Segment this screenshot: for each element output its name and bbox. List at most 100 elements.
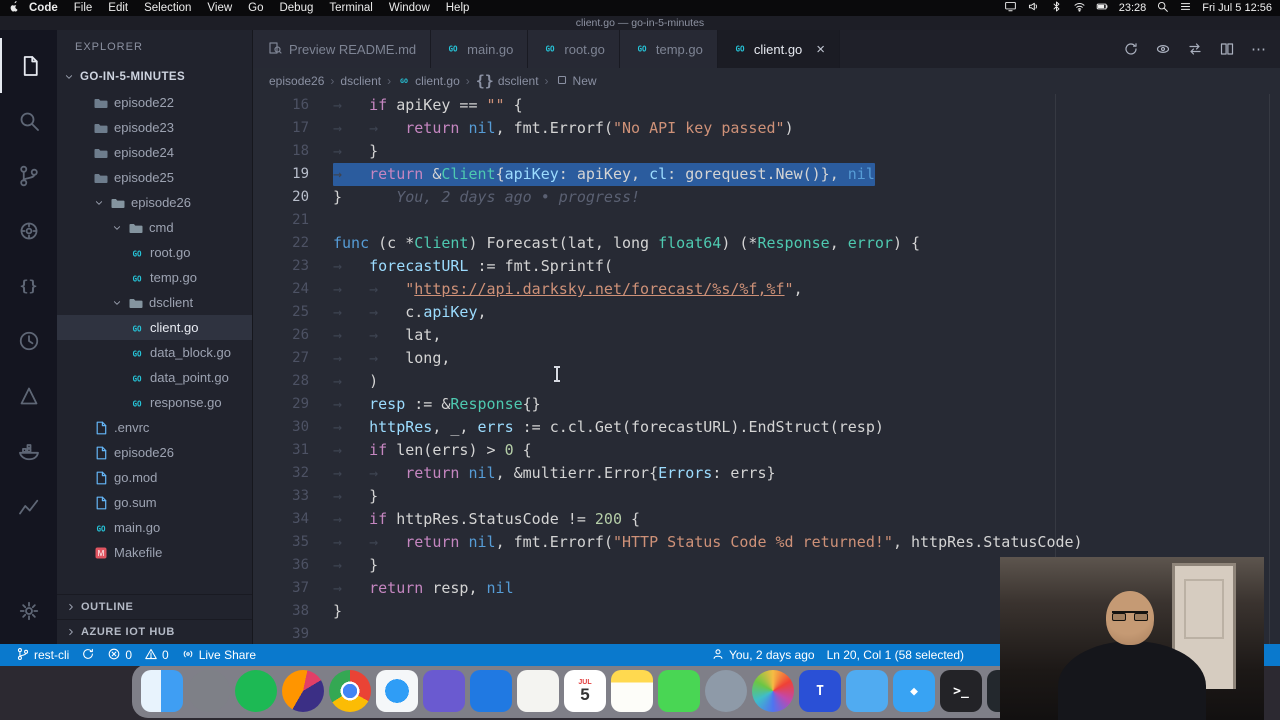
dock-terminal[interactable]: >_ xyxy=(940,670,982,712)
code-line-28[interactable]: 28 → ) xyxy=(253,370,1280,393)
tab-temp-go[interactable]: GO temp.go xyxy=(619,30,718,68)
menubar-23-28[interactable]: 23:28 xyxy=(1119,2,1147,14)
code-line-22[interactable]: 22 func (c *Client) Forecast(lat, long f… xyxy=(253,232,1280,255)
status-live-share[interactable]: Live Share xyxy=(175,647,262,664)
activity-search[interactable] xyxy=(0,93,57,148)
status-0[interactable]: 0 xyxy=(101,647,138,664)
editor-action-sync[interactable] xyxy=(1123,41,1139,57)
tab-main-go[interactable]: GO main.go xyxy=(431,30,529,68)
activity-stats[interactable] xyxy=(0,478,57,533)
activity-braces[interactable]: {} xyxy=(0,258,57,313)
activity-files[interactable] xyxy=(0,38,57,93)
tree-item-root-go[interactable]: GO root.go xyxy=(57,240,252,265)
status-0[interactable]: 0 xyxy=(138,647,175,664)
dock-notes[interactable] xyxy=(611,670,653,712)
tree-item-response-go[interactable]: GO response.go xyxy=(57,390,252,415)
dock-photos[interactable] xyxy=(752,670,794,712)
activity-settings-gear[interactable] xyxy=(0,583,57,638)
tree-item-go-mod[interactable]: go.mod xyxy=(57,465,252,490)
code-line-27[interactable]: 27 → → long, xyxy=(253,347,1280,370)
menubar-display[interactable] xyxy=(1004,0,1017,16)
dock-messages[interactable] xyxy=(658,670,700,712)
tree-item-episode23[interactable]: episode23 xyxy=(57,115,252,140)
tree-item-envrc[interactable]: .envrc xyxy=(57,415,252,440)
menubar-fri-jul-5-12-56[interactable]: Fri Jul 5 12:56 xyxy=(1202,2,1272,14)
activity-history[interactable] xyxy=(0,313,57,368)
code-line-24[interactable]: 24 → → "https://api.darksky.net/forecast… xyxy=(253,278,1280,301)
dock-firefox[interactable] xyxy=(282,670,324,712)
code-line-25[interactable]: 25 → → c.apiKey, xyxy=(253,301,1280,324)
code-line-35[interactable]: 35 → → return nil, fmt.Errorf("HTTP Stat… xyxy=(253,531,1280,554)
dock-sketch[interactable]: ◆ xyxy=(893,670,935,712)
dock-podcasts[interactable] xyxy=(705,670,747,712)
dock-textedit[interactable] xyxy=(517,670,559,712)
tree-item-data-block-go[interactable]: GO data_block.go xyxy=(57,340,252,365)
dock-discord[interactable] xyxy=(423,670,465,712)
code-line-29[interactable]: 29 → resp := &Response{} xyxy=(253,393,1280,416)
code-line-33[interactable]: 33 → } xyxy=(253,485,1280,508)
activity-source-control[interactable] xyxy=(0,148,57,203)
menu-terminal[interactable]: Terminal xyxy=(321,2,380,14)
tree-item-temp-go[interactable]: GO temp.go xyxy=(57,265,252,290)
dock-mail[interactable] xyxy=(470,670,512,712)
dock-things[interactable]: T xyxy=(799,670,841,712)
code-line-32[interactable]: 32 → → return nil, &multierr.Error{Error… xyxy=(253,462,1280,485)
dock-chrome[interactable] xyxy=(329,670,371,712)
menu-selection[interactable]: Selection xyxy=(136,2,199,14)
dock-activity-monitor[interactable] xyxy=(188,670,230,712)
dock-finder[interactable] xyxy=(141,670,183,712)
code-line-31[interactable]: 31 → if len(errs) > 0 { xyxy=(253,439,1280,462)
tree-item-episode24[interactable]: episode24 xyxy=(57,140,252,165)
dock-safari[interactable] xyxy=(376,670,418,712)
menubar-battery[interactable] xyxy=(1096,0,1109,16)
menubar-bluetooth[interactable] xyxy=(1050,0,1063,16)
tree-item-cmd[interactable]: cmd xyxy=(57,215,252,240)
tree-item-go-sum[interactable]: go.sum xyxy=(57,490,252,515)
menu-edit[interactable]: Edit xyxy=(100,2,136,14)
tree-item-go-in-5-minutes[interactable]: GO-IN-5-MINUTES xyxy=(57,64,252,90)
status-you-2-days-ago[interactable]: You, 2 days ago xyxy=(705,647,821,664)
tree-item-data-point-go[interactable]: GO data_point.go xyxy=(57,365,252,390)
activity-docker[interactable] xyxy=(0,423,57,478)
code-line-23[interactable]: 23 → forecastURL := fmt.Sprintf( xyxy=(253,255,1280,278)
editor-action-split[interactable] xyxy=(1219,41,1235,57)
tab-preview-readme-md[interactable]: Preview README.md xyxy=(253,30,432,68)
menu-window[interactable]: Window xyxy=(381,2,438,14)
dock-twitter[interactable] xyxy=(846,670,888,712)
tree-item-episode25[interactable]: episode25 xyxy=(57,165,252,190)
editor-action-ellipsis[interactable]: ⋯ xyxy=(1251,42,1266,57)
code-line-21[interactable]: 21 xyxy=(253,209,1280,232)
menu-code[interactable]: Code xyxy=(21,2,66,14)
breadcrumb-client-go-2[interactable]: GO client.go xyxy=(397,73,460,90)
activity-azure[interactable] xyxy=(0,368,57,423)
tab-client-go[interactable]: GO client.go × xyxy=(717,30,841,68)
menu-view[interactable]: View xyxy=(199,2,240,14)
code-line-20[interactable]: 20 } You, 2 days ago • progress! xyxy=(253,186,1280,209)
status-refresh[interactable] xyxy=(75,647,101,664)
code-line-18[interactable]: 18 → } xyxy=(253,140,1280,163)
code-line-26[interactable]: 26 → → lat, xyxy=(253,324,1280,347)
tab-root-go[interactable]: GO root.go xyxy=(528,30,620,68)
menubar-volume[interactable] xyxy=(1027,0,1040,16)
code-line-16[interactable]: 16 → if apiKey == "" { xyxy=(253,94,1280,117)
breadcrumb-dsclient-3[interactable]: {} dsclient xyxy=(476,72,539,90)
tree-item-client-go[interactable]: GO client.go xyxy=(57,315,252,340)
menu-debug[interactable]: Debug xyxy=(271,2,321,14)
code-line-17[interactable]: 17 → → return nil, fmt.Errorf("No API ke… xyxy=(253,117,1280,140)
code-line-19[interactable]: 19 → return &Client{apiKey: apiKey, cl: … xyxy=(253,163,1280,186)
menu-go[interactable]: Go xyxy=(240,2,271,14)
breadcrumb-dsclient-1[interactable]: dsclient xyxy=(340,74,381,88)
status-ln-20-col-1-58-selected[interactable]: Ln 20, Col 1 (58 selected) xyxy=(821,648,970,662)
menubar-list[interactable] xyxy=(1179,0,1192,16)
section-outline[interactable]: OUTLINE xyxy=(57,594,252,619)
menu-help[interactable]: Help xyxy=(438,2,478,14)
dock-calendar[interactable]: JUL 5 xyxy=(564,670,606,712)
menu-file[interactable]: File xyxy=(66,2,101,14)
menubar-search[interactable] xyxy=(1156,0,1169,16)
menubar-wifi[interactable] xyxy=(1073,0,1086,16)
tree-item-episode26[interactable]: episode26 xyxy=(57,440,252,465)
breadcrumb-new-4[interactable]: New xyxy=(555,73,597,90)
section-azure-iot-hub[interactable]: AZURE IOT HUB xyxy=(57,619,252,644)
code-line-34[interactable]: 34 → if httpRes.StatusCode != 200 { xyxy=(253,508,1280,531)
tree-item-main-go[interactable]: GO main.go xyxy=(57,515,252,540)
